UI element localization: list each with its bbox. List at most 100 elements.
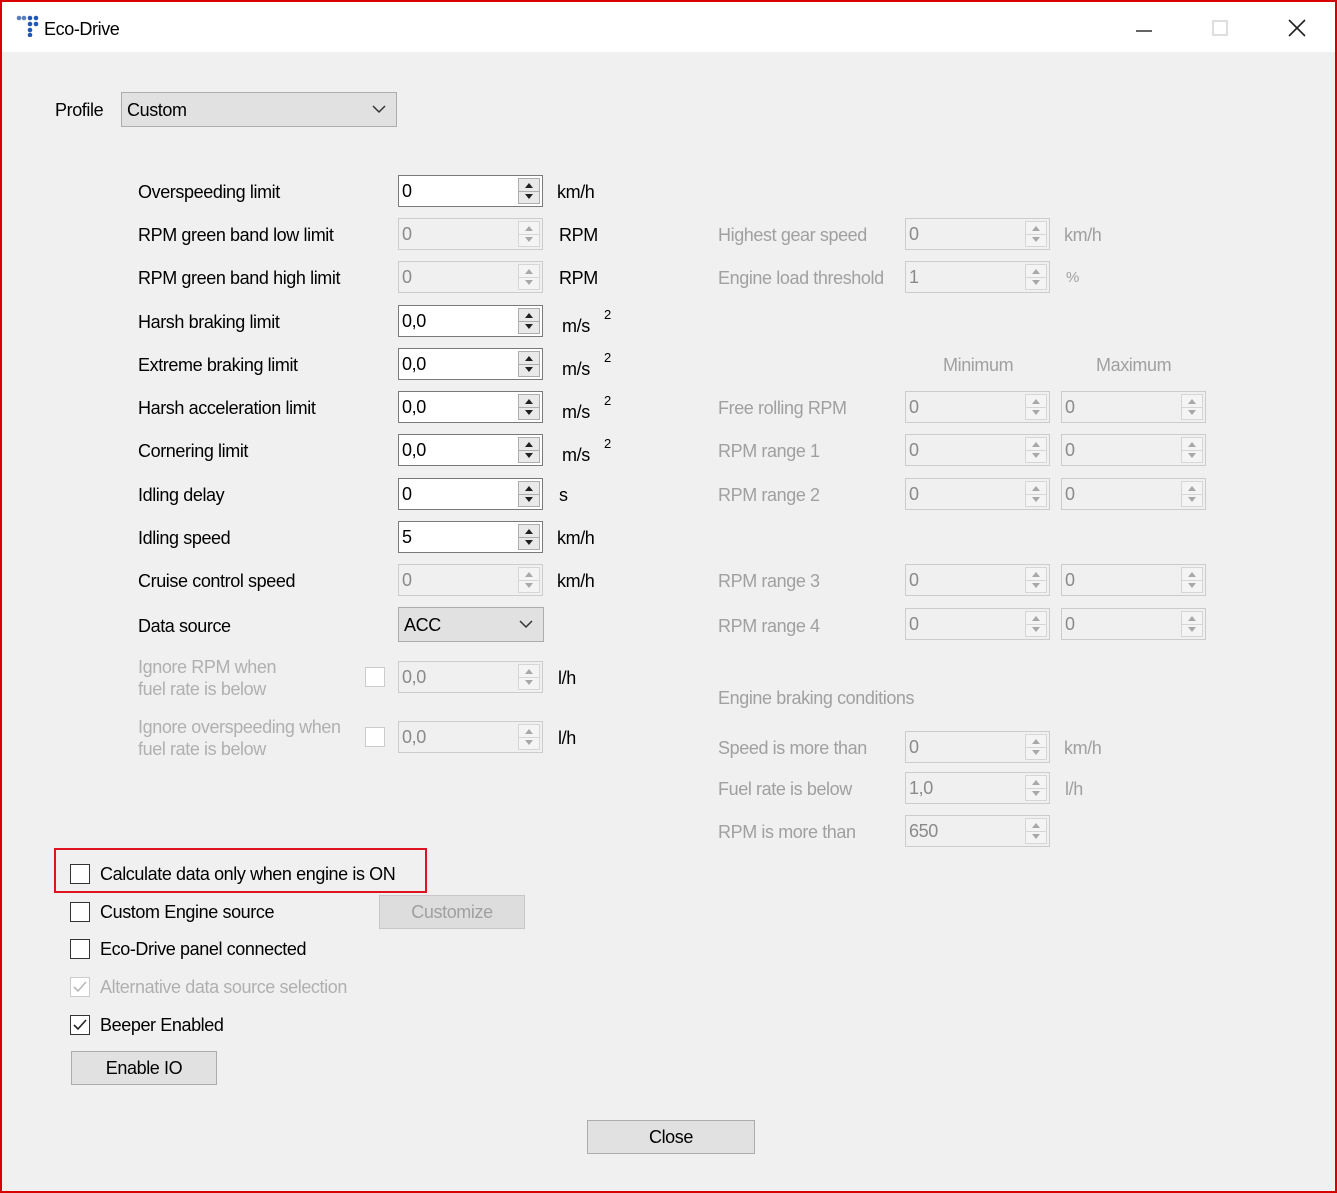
spin-arrows-icon [1025,734,1047,760]
profile-label: Profile [55,100,104,120]
idling-delay-unit: s [559,485,568,505]
cornering-label: Cornering limit [138,441,249,461]
idling-delay-input[interactable]: 0 [398,478,543,510]
panel-connected-label[interactable]: Eco-Drive panel connected [100,938,307,960]
cruise-speed-label: Cruise control speed [138,571,296,591]
panel-connected-checkbox[interactable] [70,939,90,959]
spin-arrows-icon[interactable] [518,481,540,507]
ignore-overspeed-unit: l/h [558,728,576,748]
idling-delay-value: 0 [402,484,412,504]
fuel-below-input: 1,0 [905,772,1050,804]
rpm-range-4-max-value: 0 [1065,614,1075,634]
overspeeding-unit: km/h [557,182,595,202]
extreme-braking-unit: m/s [562,359,590,379]
fuel-below-unit: l/h [1065,779,1083,799]
maximize-button[interactable] [1200,10,1240,46]
spin-arrows-icon[interactable] [518,437,540,463]
engine-braking-title: Engine braking conditions [718,688,915,708]
highest-gear-value: 0 [909,224,919,244]
rpm-high-input: 0 [398,261,543,293]
harsh-accel-unit: m/s [562,402,590,422]
extreme-braking-input[interactable]: 0,0 [398,348,543,380]
rpm-more-input: 650 [905,815,1050,847]
profile-select[interactable]: Custom [121,92,397,127]
spin-arrows-icon[interactable] [518,394,540,420]
free-rolling-max-value: 0 [1065,397,1075,417]
spin-arrows-icon [1025,611,1047,637]
ignore-overspeed-label-line2: fuel rate is below [138,739,266,759]
engine-load-unit: % [1066,269,1079,286]
check-icon [73,981,87,993]
rpm-low-input: 0 [398,218,543,250]
harsh-accel-unit-sup: 2 [604,393,611,408]
ignore-rpm-value: 0,0 [402,667,426,687]
ignore-rpm-label-line2: fuel rate is below [138,679,266,699]
spin-arrows-icon [518,724,540,750]
alt-source-checkbox [70,977,90,997]
chevron-down-icon [372,105,386,114]
ignore-overspeed-input: 0,0 [398,721,543,753]
data-source-label: Data source [138,616,231,636]
fuel-below-label: Fuel rate is below [718,779,852,799]
harsh-accel-value: 0,0 [402,397,426,417]
cornering-value: 0,0 [402,440,426,460]
minimize-icon [1136,30,1152,32]
beeper-label[interactable]: Beeper Enabled [100,1014,224,1036]
harsh-braking-label: Harsh braking limit [138,312,280,332]
overspeeding-input[interactable]: 0 [398,175,543,207]
extreme-braking-value: 0,0 [402,354,426,374]
profile-value: Custom [127,100,187,120]
cruise-speed-value: 0 [402,570,412,590]
close-button[interactable]: Close [587,1120,755,1154]
spin-arrows-icon [1181,394,1203,420]
cornering-input[interactable]: 0,0 [398,434,543,466]
title-bar: Eco-Drive [2,2,1335,52]
free-rolling-max-input: 0 [1061,391,1206,423]
calc-engine-on-checkbox[interactable] [70,864,90,884]
rpm-range-2-max-value: 0 [1065,484,1075,504]
custom-engine-checkbox[interactable] [70,902,90,922]
enable-io-button[interactable]: Enable IO [71,1051,217,1085]
minimize-button[interactable] [1124,10,1164,46]
rpm-more-label: RPM is more than [718,822,856,842]
spin-arrows-icon[interactable] [518,178,540,204]
engine-load-label: Engine load threshold [718,268,884,288]
rpm-range-4-min-input: 0 [905,608,1050,640]
window-title: Eco-Drive [44,19,120,39]
spin-arrows-icon [1025,394,1047,420]
rpm-range-1-max-value: 0 [1065,440,1075,460]
spin-arrows-icon [518,264,540,290]
spin-arrows-icon[interactable] [518,308,540,334]
free-rolling-label: Free rolling RPM [718,398,847,418]
harsh-braking-input[interactable]: 0,0 [398,305,543,337]
free-rolling-min-input: 0 [905,391,1050,423]
harsh-braking-unit-sup: 2 [604,307,611,322]
calc-engine-on-label[interactable]: Calculate data only when engine is ON [100,863,396,885]
harsh-accel-input[interactable]: 0,0 [398,391,543,423]
custom-engine-label[interactable]: Custom Engine source [100,901,274,923]
harsh-braking-value: 0,0 [402,311,426,331]
close-window-button[interactable] [1277,10,1317,46]
spin-arrows-icon [1025,264,1047,290]
extreme-braking-label: Extreme braking limit [138,355,298,375]
chevron-down-icon [519,620,533,629]
rpm-range-3-min-input: 0 [905,564,1050,596]
spin-arrows-icon[interactable] [518,351,540,377]
rpm-range-2-label: RPM range 2 [718,485,820,505]
overspeeding-value: 0 [402,181,412,201]
spin-arrows-icon [1025,221,1047,247]
cruise-speed-input: 0 [398,564,543,596]
idling-delay-label: Idling delay [138,485,225,505]
rpm-more-value: 650 [909,821,938,841]
spin-arrows-icon [1181,437,1203,463]
spin-arrows-icon [1181,567,1203,593]
ignore-overspeed-checkbox [365,727,385,747]
spin-arrows-icon [1025,437,1047,463]
data-source-select[interactable]: ACC [398,607,544,642]
ignore-rpm-checkbox [365,667,385,687]
idling-speed-input[interactable]: 5 [398,521,543,553]
speed-more-input: 0 [905,731,1050,763]
speed-more-label: Speed is more than [718,738,867,758]
beeper-checkbox[interactable] [70,1015,90,1035]
spin-arrows-icon[interactable] [518,524,540,550]
